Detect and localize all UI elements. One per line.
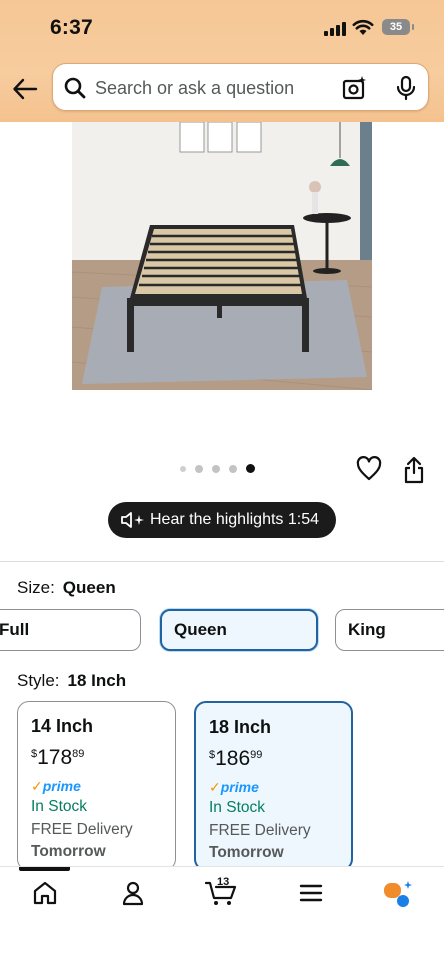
status-time: 6:37 xyxy=(50,16,93,39)
rufus-icon[interactable] xyxy=(382,879,414,909)
wifi-icon xyxy=(352,19,374,35)
size-option-queen[interactable]: Queen xyxy=(160,609,318,651)
size-option-king[interactable]: King xyxy=(335,609,444,651)
stock-status: In Stock xyxy=(31,798,87,815)
heart-icon[interactable] xyxy=(356,456,382,482)
microphone-icon[interactable] xyxy=(395,75,417,101)
delivery-date: Tomorrow xyxy=(31,843,106,860)
hear-highlights-button[interactable]: Hear the highlights 1:54 xyxy=(108,502,336,538)
size-selector-label: Size: Queen xyxy=(17,578,116,598)
prime-badge: ✓prime xyxy=(209,779,259,795)
carousel-dot xyxy=(180,465,186,472)
hear-highlights-label: Hear the highlights 1:54 xyxy=(150,511,319,528)
size-label: Size: xyxy=(17,578,55,597)
delivery-text: FREE Delivery xyxy=(31,821,133,838)
price: $18699 xyxy=(209,747,263,770)
signal-icon xyxy=(324,22,346,36)
bed-frame-photo xyxy=(72,122,372,390)
delivery-text: FREE Delivery xyxy=(209,822,311,839)
account-icon[interactable] xyxy=(119,879,147,907)
search-icon xyxy=(64,77,86,99)
style-option-name: 18 Inch xyxy=(209,717,272,737)
active-tab-indicator xyxy=(19,867,70,871)
speaker-sparkle-icon xyxy=(121,512,144,528)
product-page: 6:37 35 Search or ask a question Hear th… xyxy=(0,0,444,960)
style-label: Style: xyxy=(17,671,60,690)
camera-search-icon[interactable] xyxy=(342,75,368,101)
back-arrow-icon[interactable] xyxy=(12,76,38,102)
size-value: Queen xyxy=(62,578,116,597)
carousel-dot xyxy=(195,464,203,473)
battery-icon: 35 xyxy=(382,19,414,35)
style-option-name: 14 Inch xyxy=(31,716,94,736)
style-value: 18 Inch xyxy=(67,671,127,690)
prime-badge: ✓prime xyxy=(31,778,81,794)
size-option-full[interactable]: Full xyxy=(0,609,141,651)
carousel-dot xyxy=(229,464,237,473)
style-selector-label: Style: 18 Inch xyxy=(17,671,126,691)
cart-count-badge: 13 xyxy=(217,876,230,888)
size-option-label: Queen xyxy=(174,620,227,639)
home-icon[interactable] xyxy=(31,879,59,907)
carousel-dot xyxy=(212,464,220,473)
style-option-14-inch[interactable]: 14 Inch $17889 ✓prime In Stock FREE Deli… xyxy=(17,701,176,871)
size-option-label: King xyxy=(348,620,386,639)
image-carousel-dots[interactable] xyxy=(180,464,255,473)
style-option-18-inch[interactable]: 18 Inch $18699 ✓prime In Stock FREE Deli… xyxy=(194,701,353,871)
price: $17889 xyxy=(31,746,85,769)
search-input[interactable]: Search or ask a question xyxy=(95,78,294,99)
menu-icon[interactable] xyxy=(298,879,324,907)
product-image[interactable] xyxy=(72,122,372,390)
carousel-dot-active xyxy=(246,464,255,473)
stock-status: In Stock xyxy=(209,799,265,816)
divider xyxy=(0,561,444,562)
header-bar: 6:37 35 Search or ask a question xyxy=(0,0,444,122)
search-bar[interactable]: Search or ask a question xyxy=(52,63,429,111)
share-icon[interactable] xyxy=(403,456,425,484)
delivery-date: Tomorrow xyxy=(209,844,284,861)
size-option-label: Full xyxy=(0,620,30,639)
